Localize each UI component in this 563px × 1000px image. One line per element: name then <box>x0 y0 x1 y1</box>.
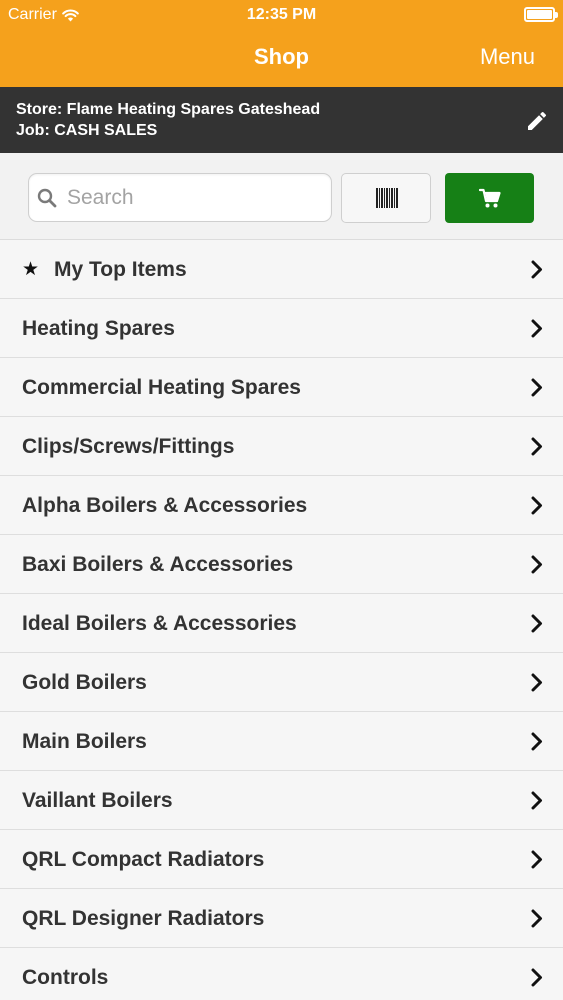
chevron-right-icon <box>531 614 542 633</box>
category-row[interactable]: Clips/Screws/Fittings <box>0 417 563 476</box>
pencil-icon[interactable] <box>525 109 549 133</box>
category-row[interactable]: Ideal Boilers & Accessories <box>0 594 563 653</box>
category-label: Vaillant Boilers <box>22 789 173 812</box>
battery-icon <box>524 7 558 22</box>
chevron-right-icon <box>531 850 542 869</box>
category-label: Clips/Screws/Fittings <box>22 435 235 458</box>
category-row[interactable]: Gold Boilers <box>0 653 563 712</box>
chevron-right-icon <box>531 496 542 515</box>
search-input[interactable] <box>67 182 322 214</box>
category-row[interactable]: Baxi Boilers & Accessories <box>0 535 563 594</box>
cart-button[interactable] <box>445 173 534 223</box>
category-label: Main Boilers <box>22 730 147 753</box>
chevron-right-icon <box>531 319 542 338</box>
category-row[interactable]: Main Boilers <box>0 712 563 771</box>
store-info-bar: Store: Flame Heating Spares Gateshead Jo… <box>0 87 563 153</box>
status-time: 12:35 PM <box>246 6 317 23</box>
chevron-right-icon <box>531 791 542 810</box>
chevron-right-icon <box>531 732 542 751</box>
cart-icon <box>479 188 501 208</box>
search-toolbar <box>0 153 563 240</box>
navigation-bar: Carrier 12:35 PM Shop Menu <box>0 0 563 87</box>
category-row-top-items[interactable]: ★ My Top Items <box>0 240 563 299</box>
chevron-right-icon <box>531 260 542 279</box>
chevron-right-icon <box>531 909 542 928</box>
chevron-right-icon <box>531 555 542 574</box>
category-label: Heating Spares <box>22 317 175 340</box>
search-field[interactable] <box>28 173 332 222</box>
barcode-icon <box>376 188 398 208</box>
category-label: QRL Designer Radiators <box>22 907 265 930</box>
category-label: Controls <box>22 966 109 989</box>
chevron-right-icon <box>531 673 542 692</box>
category-row[interactable]: Commercial Heating Spares <box>0 358 563 417</box>
status-bar: Carrier 12:35 PM <box>0 0 563 30</box>
chevron-right-icon <box>531 437 542 456</box>
category-label: My Top Items <box>54 258 187 281</box>
category-label: QRL Compact Radiators <box>22 848 265 871</box>
store-name: Store: Flame Heating Spares Gateshead <box>16 101 321 118</box>
chevron-right-icon <box>531 968 542 987</box>
category-row[interactable]: Vaillant Boilers <box>0 771 563 830</box>
star-icon: ★ <box>22 259 40 280</box>
category-label: Commercial Heating Spares <box>22 376 301 399</box>
chevron-right-icon <box>531 378 542 397</box>
category-row[interactable]: Alpha Boilers & Accessories <box>0 476 563 535</box>
barcode-scan-button[interactable] <box>341 173 431 223</box>
category-list: ★ My Top Items Heating Spares Commercial He… <box>0 240 563 1000</box>
menu-button[interactable]: Menu <box>480 44 535 70</box>
job-name: Job: CASH SALES <box>16 122 158 139</box>
category-label: Gold Boilers <box>22 671 147 694</box>
category-row[interactable]: QRL Compact Radiators <box>0 830 563 889</box>
search-icon <box>37 188 57 208</box>
page-title: Shop <box>254 44 309 69</box>
category-label: Baxi Boilers & Accessories <box>22 553 294 576</box>
category-row[interactable]: Controls <box>0 948 563 1000</box>
category-label: Ideal Boilers & Accessories <box>22 612 297 635</box>
category-row[interactable]: Heating Spares <box>0 299 563 358</box>
category-row[interactable]: QRL Designer Radiators <box>0 889 563 948</box>
category-label: Alpha Boilers & Accessories <box>22 494 308 517</box>
